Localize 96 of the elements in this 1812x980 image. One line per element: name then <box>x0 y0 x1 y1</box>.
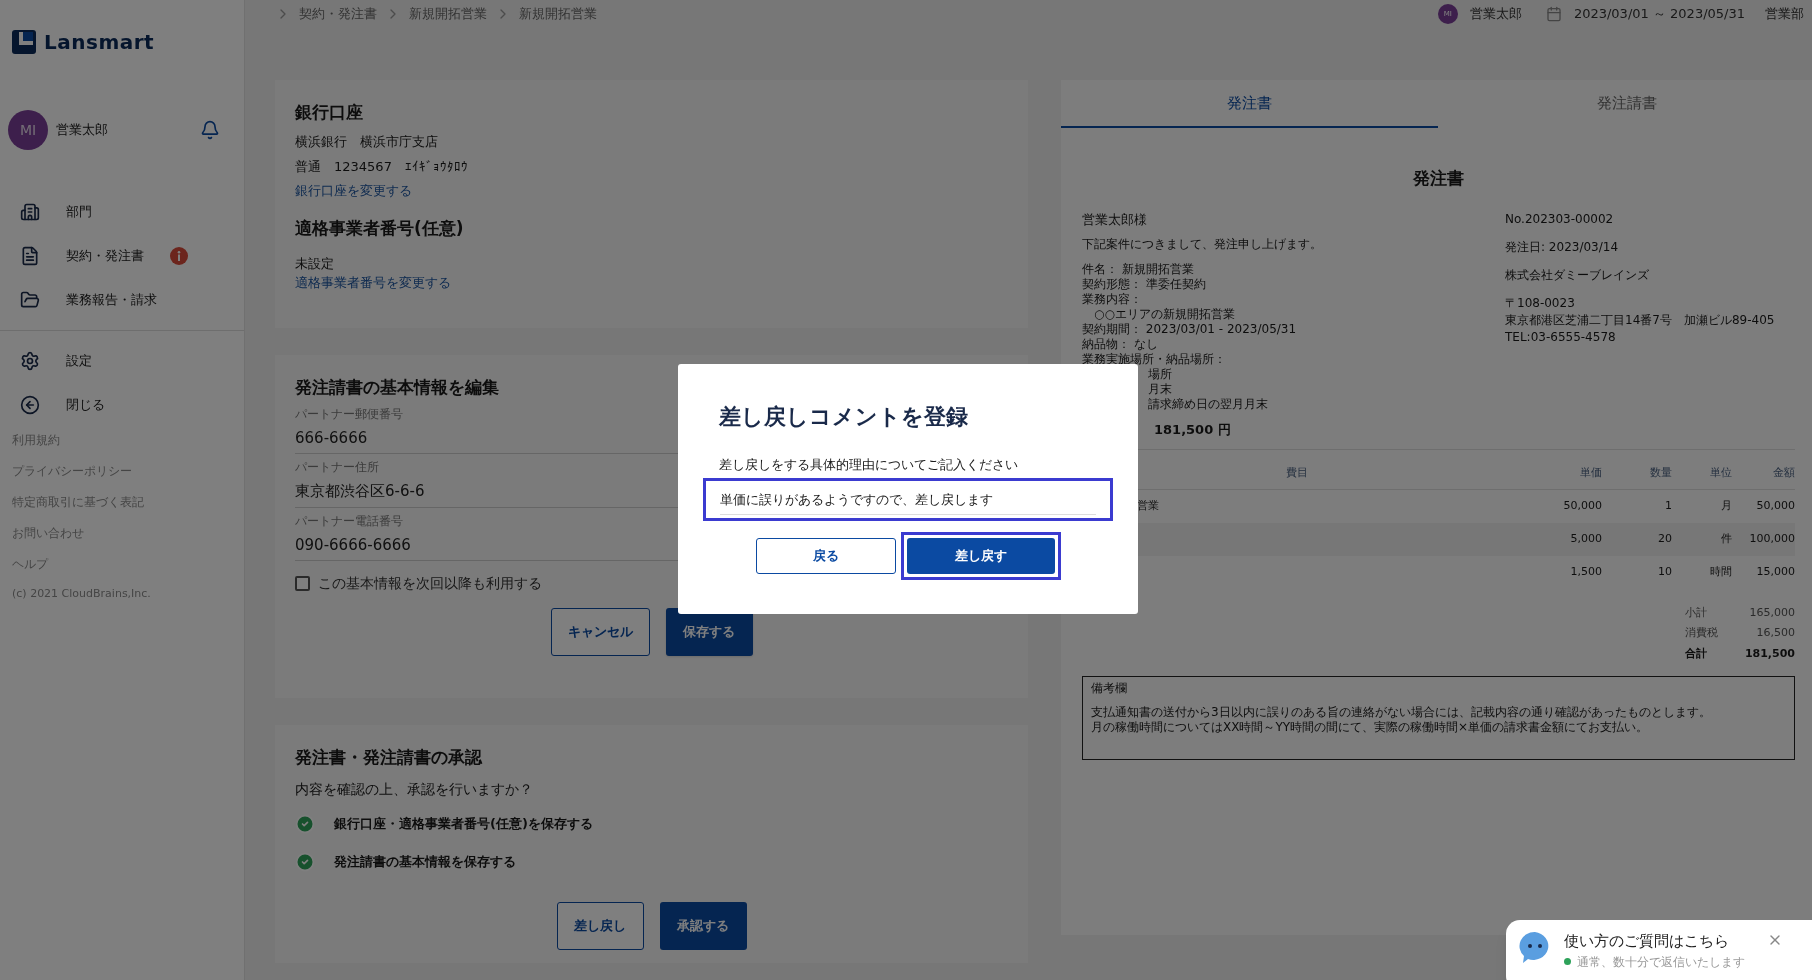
remarks-title: 備考欄 <box>1091 681 1128 696</box>
question-text: 内容を確認の上、承認を行いますか？ <box>295 779 534 799</box>
detail-text: 契約期間： 2023/03/01 - 2023/05/31 <box>1082 321 1298 337</box>
table-cell-text: 50,000 <box>1562 497 1602 514</box>
detail-text: 場所 <box>1147 366 1172 382</box>
breadcrumb-link[interactable]: 新規開拓営業 <box>519 4 597 24</box>
total-label: 小計 <box>1685 604 1707 621</box>
issuer-text: 発注日: 2023/03/14 <box>1505 239 1620 255</box>
cancel-button[interactable]: キャンセル <box>550 608 650 656</box>
detail-text: 件名： 新規開拓営業 <box>1082 261 1195 277</box>
copyright-text: (c) 2021 CloudBrains,Inc. <box>12 586 152 602</box>
value-text: 未設定 <box>295 254 335 273</box>
reject-button[interactable]: 差し戻し <box>556 901 644 950</box>
document-icon <box>20 246 40 266</box>
detail-text: 業務実施場所・納品場所： <box>1082 351 1227 367</box>
detail-text: ○○エリアの新規開拓営業 <box>1093 306 1236 322</box>
change-link[interactable]: 適格事業者番号を変更する <box>295 273 451 293</box>
detail-text: 月末 <box>1147 381 1172 397</box>
sidebar-item[interactable]: 部門 <box>0 190 244 234</box>
issuer-text: TEL:03-6555-4578 <box>1505 329 1617 345</box>
folder-icon <box>20 290 40 310</box>
breadcrumb-link[interactable]: 新規開拓営業 <box>409 4 487 24</box>
total-value: 165,000 <box>1749 604 1795 621</box>
settings-icon <box>20 351 40 371</box>
user-name: 営業太郎 <box>56 121 109 140</box>
table-cell-text: 5,000 <box>1569 530 1602 547</box>
total-value: 16,500 <box>1756 625 1795 641</box>
table-cell-text: 15,000 <box>1755 563 1795 580</box>
change-link[interactable]: 銀行口座を変更する <box>295 180 412 200</box>
total-label: 消費税 <box>1685 625 1718 641</box>
bank-info-text: 横浜銀行 横浜市庁支店 <box>295 132 439 151</box>
tab[interactable]: 発注書 <box>1061 80 1438 128</box>
table-cell: 営業 <box>1137 498 1159 512</box>
column-header: 単価 <box>1579 464 1602 481</box>
user-name: 営業太郎 <box>1469 5 1522 24</box>
document-title: 発注書 <box>1412 167 1465 190</box>
sidebar-item[interactable]: 業務報告・請求 <box>0 278 244 322</box>
chat-title: 使い方のご質問はこちら <box>1564 931 1730 952</box>
bank-info-text: 普通 1234567 ｴｲｷﾞｮｳﾀﾛｳ <box>295 158 469 176</box>
department-name: 営業部 <box>1765 5 1804 24</box>
table-cell-text: 時間 <box>1709 563 1732 580</box>
building-icon <box>20 202 40 222</box>
recipient-name: 営業太郎様 <box>1082 211 1148 227</box>
remarks-text: 支払通知書の送付から3日以内に誤りのある旨の連絡がない場合には、記載内容の通り確認があったものとします。 <box>1091 705 1712 720</box>
chat-status: 通常、数十分で返信いたします <box>1577 953 1745 971</box>
logo-icon <box>12 30 36 54</box>
issuer-text: 東京都港区芝浦二丁目14番7号 加瀬ビル89-405 <box>1505 312 1776 328</box>
checkbox-label: この基本情報を次回以降も利用する <box>318 574 542 593</box>
sidebar-item[interactable]: 設定 <box>0 339 244 383</box>
checkbox[interactable] <box>295 576 310 591</box>
logo-text: Lansmart <box>44 29 155 56</box>
issuer-text: No.202303-00002 <box>1505 211 1615 227</box>
total-amount: 181,500 円 <box>1153 421 1232 437</box>
detail-text: 契約形態： 準委任契約 <box>1082 276 1207 292</box>
table-cell-text: 20 <box>1657 530 1672 547</box>
prompt-text: 差し戻しをする具体的理由についてご記入ください <box>718 456 1019 474</box>
total-label: 合計 <box>1685 645 1707 662</box>
column-header: 金額 <box>1772 464 1795 481</box>
column-header: 数量 <box>1649 464 1672 481</box>
table-cell-text: 月 <box>1720 497 1732 514</box>
back-button[interactable]: 戻る <box>755 538 896 574</box>
issuer-text: 〒108-0023 <box>1505 295 1576 311</box>
comment-field[interactable]: 単価に誤りがあるようですので、差し戻します <box>703 477 1113 521</box>
checklist-text: 銀行口座・適格事業者番号(任意)を保存する <box>334 814 593 833</box>
notification-bell-icon[interactable] <box>200 120 220 140</box>
breadcrumb-link[interactable]: 契約・発注書 <box>299 4 377 24</box>
table-cell-text: 1 <box>1664 497 1672 514</box>
column-header: 単位 <box>1709 464 1732 481</box>
detail-text: 請求締め日の翌月月末 <box>1147 396 1268 412</box>
table-cell-text: 1,500 <box>1569 563 1602 580</box>
checklist-text: 発注請書の基本情報を保存する <box>334 852 516 871</box>
table-cell-text: 件 <box>1720 530 1732 547</box>
sidebar-item[interactable]: 契約・発注書 <box>0 234 244 278</box>
section-title: 発注書・発注請書の承認 <box>295 746 484 769</box>
return-button[interactable]: 差し戻す <box>906 538 1055 574</box>
issuer-text: 株式会社ダミーブレインズ <box>1505 267 1650 283</box>
section-title: 適格事業者番号(任意) <box>295 217 465 240</box>
table-cell-text: 100,000 <box>1748 530 1795 547</box>
section-title: 発注請書の基本情報を編集 <box>295 376 500 399</box>
approve-button[interactable]: 承認する <box>659 901 747 950</box>
sidebar-item[interactable]: 閉じる <box>0 383 244 427</box>
total-value: 181,500 <box>1744 645 1795 662</box>
table-cell-text: 50,000 <box>1755 497 1795 514</box>
section-title: 銀行口座 <box>295 101 364 124</box>
date-range: 2023/03/01 ～ 2023/05/31 <box>1573 5 1745 24</box>
avatar: MI <box>8 110 48 150</box>
remarks-text: 月の稼働時間についてはXX時間～YY時間の間にて、実際の稼働時間×単価の請求書金額にてお支払い。 <box>1091 720 1650 735</box>
chat-widget[interactable]: 使い方のご質問はこちら 通常、数十分で返信いたします <box>1506 920 1812 980</box>
tab[interactable]: 発注請書 <box>1438 80 1812 128</box>
table-cell-text: 10 <box>1657 563 1672 580</box>
detail-text: 業務内容： <box>1082 291 1143 307</box>
info-icon <box>177 251 181 261</box>
detail-text: 納品物： なし <box>1082 336 1159 352</box>
intro-text: 下記案件につきまして、発注申し上げます。 <box>1082 236 1323 252</box>
calendar-icon <box>1545 6 1562 22</box>
column-header: 費目 <box>1285 464 1309 481</box>
